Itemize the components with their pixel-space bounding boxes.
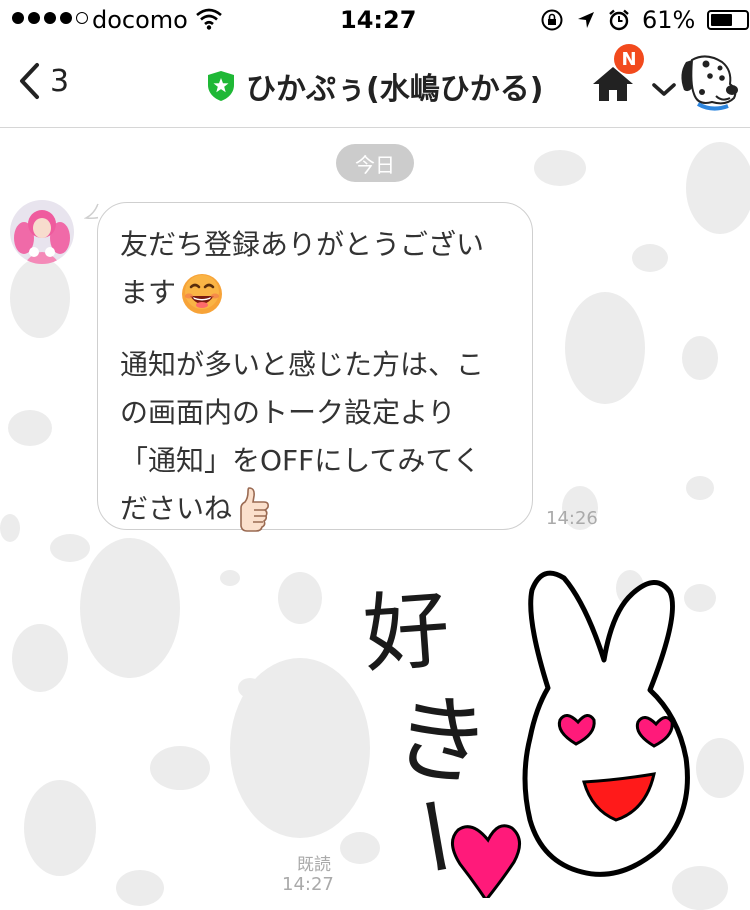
- battery-percent: 61%: [642, 6, 696, 34]
- unread-count: 3: [50, 63, 70, 99]
- battery-level: [711, 14, 733, 26]
- message-line: 友だち登録ありがとうござい: [120, 228, 485, 261]
- rotation-lock-icon: [541, 9, 563, 31]
- chat-title: ひかぷぅ(水嶋ひかる): [246, 72, 544, 107]
- sender-avatar[interactable]: [10, 200, 74, 264]
- received-message-bubble[interactable]: 友だち登録ありがとうござい ます 通知が多いと感じた方は、こ の画面内のトーク設…: [97, 202, 533, 533]
- sticker-character: 好: [360, 580, 453, 686]
- battery-icon: [707, 10, 750, 30]
- date-separator: 今日: [336, 144, 414, 182]
- sent-timestamp: 14:27: [282, 874, 334, 895]
- carrier-name: docomo: [92, 6, 188, 34]
- message-line: の画面内のトーク設定より: [120, 396, 456, 429]
- read-receipt: 既読: [297, 855, 331, 875]
- message-line: 「通知」をOFFにしてみてく: [120, 444, 481, 477]
- location-arrow-icon: [578, 12, 594, 28]
- notification-badge: N: [614, 44, 644, 74]
- heart-icon: [451, 824, 521, 898]
- chat-area[interactable]: 今日 友だち登録ありがとうござい ます 通知が多いと感じた方は、こ の画面内のト…: [0, 128, 750, 910]
- grinning-face-icon: [182, 274, 223, 314]
- sticker-character: き: [386, 679, 497, 803]
- dropdown-chevron-icon[interactable]: [652, 82, 676, 98]
- thumbs-up-icon: [240, 487, 269, 532]
- status-bar: docomo 14:27 61%: [0, 0, 750, 40]
- message-line: ます: [120, 269, 518, 317]
- message-timestamp: 14:26: [546, 508, 598, 529]
- back-button[interactable]: 3: [18, 62, 69, 100]
- signal-strength-icon: [12, 12, 88, 24]
- message-line: 通知が多いと感じた方は、こ: [120, 348, 485, 381]
- verified-star-icon: [208, 71, 234, 101]
- dalmatian-mascot-icon[interactable]: [676, 50, 742, 114]
- status-time: 14:27: [340, 6, 417, 34]
- chat-header: 3 ひかぷぅ(水嶋ひかる) N: [0, 40, 750, 128]
- rabbit-love-sticker[interactable]: 好 き ー: [350, 558, 730, 898]
- wifi-icon: [196, 8, 222, 30]
- chat-title-area[interactable]: ひかぷぅ(水嶋ひかる): [206, 64, 543, 108]
- message-line: ださいね: [120, 485, 518, 533]
- back-chevron-icon: [20, 63, 39, 99]
- alarm-icon: [609, 9, 629, 31]
